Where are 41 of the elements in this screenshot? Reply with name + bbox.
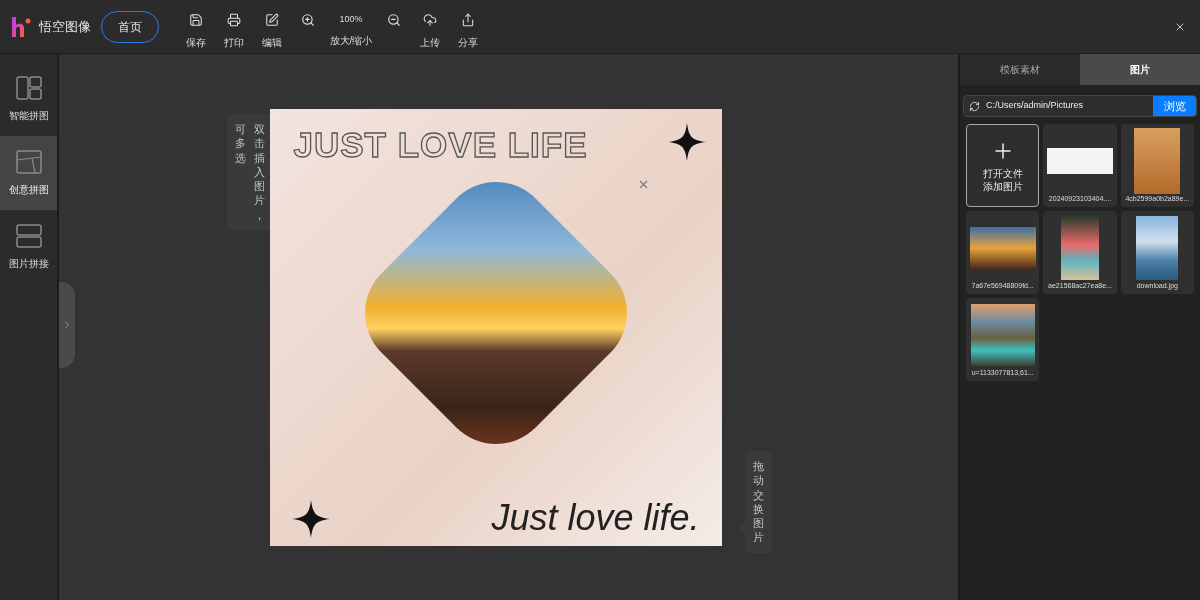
sidebar-item[interactable]: 图片拼接 [0,210,57,284]
expand-handle[interactable] [59,282,75,368]
add-image-tile[interactable]: 打开文件 添加图片 [966,124,1040,207]
app-name: 悟空图像 [39,17,91,36]
save-icon [189,13,203,27]
zoom-value: 100% [339,13,363,27]
hint-text: 拖动交换图片 [753,459,764,545]
print-icon [227,13,241,27]
panel-tab[interactable]: 图片 [1080,54,1200,85]
app-logo-icon [10,15,32,38]
zoom-out-icon[interactable] [387,13,401,27]
poster-tagline: Just love life. [491,500,700,536]
hint-text: 可多选 [235,122,246,166]
layout-icon [15,149,42,174]
photo-placeholder [969,226,1036,269]
zoom-label: 放大/缩小 [329,34,373,48]
edit-icon [265,13,279,27]
path-text: C:/Users/admin/Pictures [986,99,1085,113]
toolbar-button[interactable]: 保存 [177,13,215,50]
photo-placeholder [1136,215,1179,280]
sidebar-item[interactable]: 创意拼图 [0,136,57,210]
hint-text: 双击插入图片， [254,122,265,223]
path-field[interactable]: C:/Users/admin/Pictures 浏览 [963,95,1197,117]
toolbar-button[interactable]: 编辑 [253,13,291,50]
upload-icon [423,13,437,27]
browse-button[interactable]: 浏览 [1153,96,1196,116]
toolbar-button[interactable]: 分享 [449,13,487,50]
panel-tab[interactable]: 模板素材 [960,54,1080,85]
layout-icon [15,75,42,100]
toolbar-button[interactable]: 打印 [215,13,253,50]
photo-placeholder [970,303,1035,366]
poster-headline: JUST LOVE LIFE [293,127,588,162]
photo-placeholder [1047,147,1113,174]
zoom-in-icon[interactable] [301,13,315,27]
layout-icon [15,223,42,248]
refresh-icon[interactable] [969,100,980,112]
photo-placeholder [1061,215,1099,280]
toolbar-button[interactable]: 上传 [411,13,449,50]
sidebar-item[interactable]: 智能拼图 [0,62,57,136]
photo-placeholder [1134,128,1181,194]
share-icon [461,13,475,27]
